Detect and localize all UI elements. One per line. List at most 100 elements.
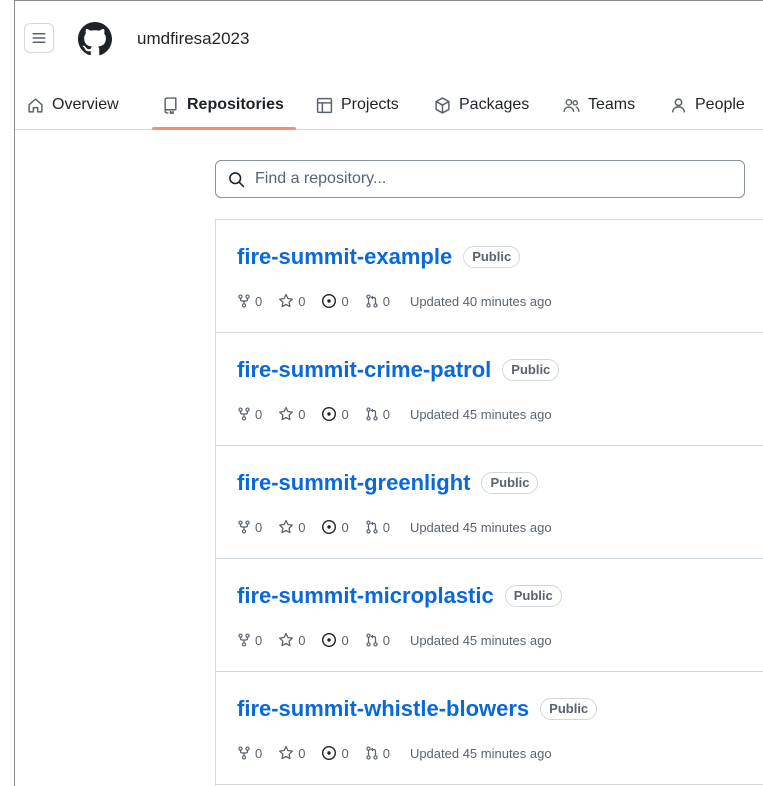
issue-icon <box>322 293 337 309</box>
repository-list: fire-summit-example Public 0 0 0 0 Updat… <box>215 219 763 786</box>
pulls-value: 0 <box>382 293 390 309</box>
pulls-value: 0 <box>382 406 390 422</box>
repo-name-link[interactable]: fire-summit-crime-patrol <box>237 357 491 383</box>
pull-request-icon <box>366 746 378 760</box>
pulls-value: 0 <box>382 519 390 535</box>
forks-value: 0 <box>255 519 263 535</box>
updated-time: Updated 45 minutes ago <box>409 406 552 422</box>
star-icon <box>279 406 294 421</box>
tab-projects[interactable]: Projects <box>316 81 399 129</box>
fork-icon <box>238 407 250 421</box>
search-input[interactable] <box>253 169 717 189</box>
forks-count[interactable]: 0 <box>237 746 262 761</box>
updated-time: Updated 45 minutes ago <box>409 519 552 535</box>
stars-count[interactable]: 0 <box>278 406 305 422</box>
pulls-count[interactable]: 0 <box>365 746 390 761</box>
active-tab-indicator <box>152 127 296 130</box>
pull-request-icon <box>366 294 378 308</box>
tab-label: Teams <box>588 96 636 113</box>
stars-value: 0 <box>298 519 306 535</box>
fork-icon <box>238 746 250 760</box>
issues-value: 0 <box>341 293 349 309</box>
pull-request-icon <box>366 520 378 534</box>
repo-name-link[interactable]: fire-summit-greenlight <box>237 470 470 496</box>
person-icon <box>671 97 686 112</box>
hamburger-icon <box>32 33 46 43</box>
list-item: fire-summit-example Public 0 0 0 0 Updat… <box>216 220 763 333</box>
pulls-count[interactable]: 0 <box>365 407 390 422</box>
search-icon <box>229 171 245 187</box>
stars-count[interactable]: 0 <box>278 632 305 648</box>
stars-count[interactable]: 0 <box>278 293 305 309</box>
fork-icon <box>238 633 250 647</box>
forks-value: 0 <box>255 293 263 309</box>
pull-request-icon <box>366 407 378 421</box>
tab-label: Projects <box>341 96 399 113</box>
forks-count[interactable]: 0 <box>237 407 262 422</box>
repo-name-link[interactable]: fire-summit-microplastic <box>237 583 494 609</box>
issues-count[interactable]: 0 <box>321 406 349 422</box>
star-icon <box>279 632 294 647</box>
issues-count[interactable]: 0 <box>321 293 349 309</box>
stars-count[interactable]: 0 <box>278 519 305 535</box>
issues-value: 0 <box>341 406 349 422</box>
list-item: fire-summit-greenlight Public 0 0 0 0 Up… <box>216 446 763 559</box>
visibility-badge: Public <box>463 246 521 268</box>
app-window: umdfiresa2023 Overview Repositories Proj… <box>14 0 763 786</box>
visibility-badge: Public <box>504 585 562 607</box>
package-icon <box>435 96 450 114</box>
pulls-count[interactable]: 0 <box>365 520 390 535</box>
updated-time: Updated 45 minutes ago <box>409 632 552 648</box>
stars-value: 0 <box>298 632 306 648</box>
stars-value: 0 <box>298 406 306 422</box>
pulls-value: 0 <box>382 632 390 648</box>
repo-name-link[interactable]: fire-summit-whistle-blowers <box>237 696 529 722</box>
stars-value: 0 <box>298 293 306 309</box>
org-nav-tabs: Overview Repositories Projects Packages <box>15 81 763 130</box>
tab-label: Packages <box>459 96 530 113</box>
issues-value: 0 <box>341 519 349 535</box>
issues-value: 0 <box>341 745 349 761</box>
issues-count[interactable]: 0 <box>321 632 349 648</box>
tab-repositories[interactable]: Repositories <box>162 81 284 129</box>
pulls-count[interactable]: 0 <box>365 633 390 648</box>
table-icon <box>316 97 333 113</box>
forks-count[interactable]: 0 <box>237 633 262 648</box>
repo-name-link[interactable]: fire-summit-example <box>237 244 452 270</box>
updated-time: Updated 45 minutes ago <box>409 745 552 761</box>
stars-count[interactable]: 0 <box>278 745 305 761</box>
pulls-count[interactable]: 0 <box>365 294 390 309</box>
top-bar: umdfiresa2023 <box>15 1 763 81</box>
pull-request-icon <box>366 633 378 647</box>
updated-time: Updated 40 minutes ago <box>409 293 552 309</box>
visibility-badge: Public <box>502 359 560 381</box>
tab-teams[interactable]: Teams <box>563 81 635 129</box>
fork-icon <box>238 520 250 534</box>
list-item: fire-summit-whistle-blowers Public 0 0 0… <box>216 672 763 785</box>
forks-value: 0 <box>255 632 263 648</box>
menu-button[interactable] <box>24 23 54 53</box>
repo-icon <box>164 96 177 114</box>
issues-count[interactable]: 0 <box>321 745 349 761</box>
people-icon <box>563 98 580 112</box>
list-item: fire-summit-crime-patrol Public 0 0 0 0 … <box>216 333 763 446</box>
tab-label: People <box>695 96 745 113</box>
forks-count[interactable]: 0 <box>237 294 262 309</box>
forks-count[interactable]: 0 <box>237 520 262 535</box>
visibility-badge: Public <box>540 698 598 720</box>
fork-icon <box>238 294 250 308</box>
org-name[interactable]: umdfiresa2023 <box>137 29 249 49</box>
issue-icon <box>322 745 337 761</box>
tab-packages[interactable]: Packages <box>434 81 529 129</box>
repo-search[interactable] <box>215 160 745 198</box>
tab-overview[interactable]: Overview <box>27 81 119 129</box>
star-icon <box>279 745 294 760</box>
star-icon <box>279 519 294 534</box>
issue-icon <box>322 632 337 648</box>
forks-value: 0 <box>255 745 263 761</box>
github-logo-icon[interactable] <box>78 22 112 56</box>
tab-label: Repositories <box>187 96 284 113</box>
forks-value: 0 <box>255 406 263 422</box>
issues-count[interactable]: 0 <box>321 519 349 535</box>
tab-people[interactable]: People <box>670 81 745 129</box>
